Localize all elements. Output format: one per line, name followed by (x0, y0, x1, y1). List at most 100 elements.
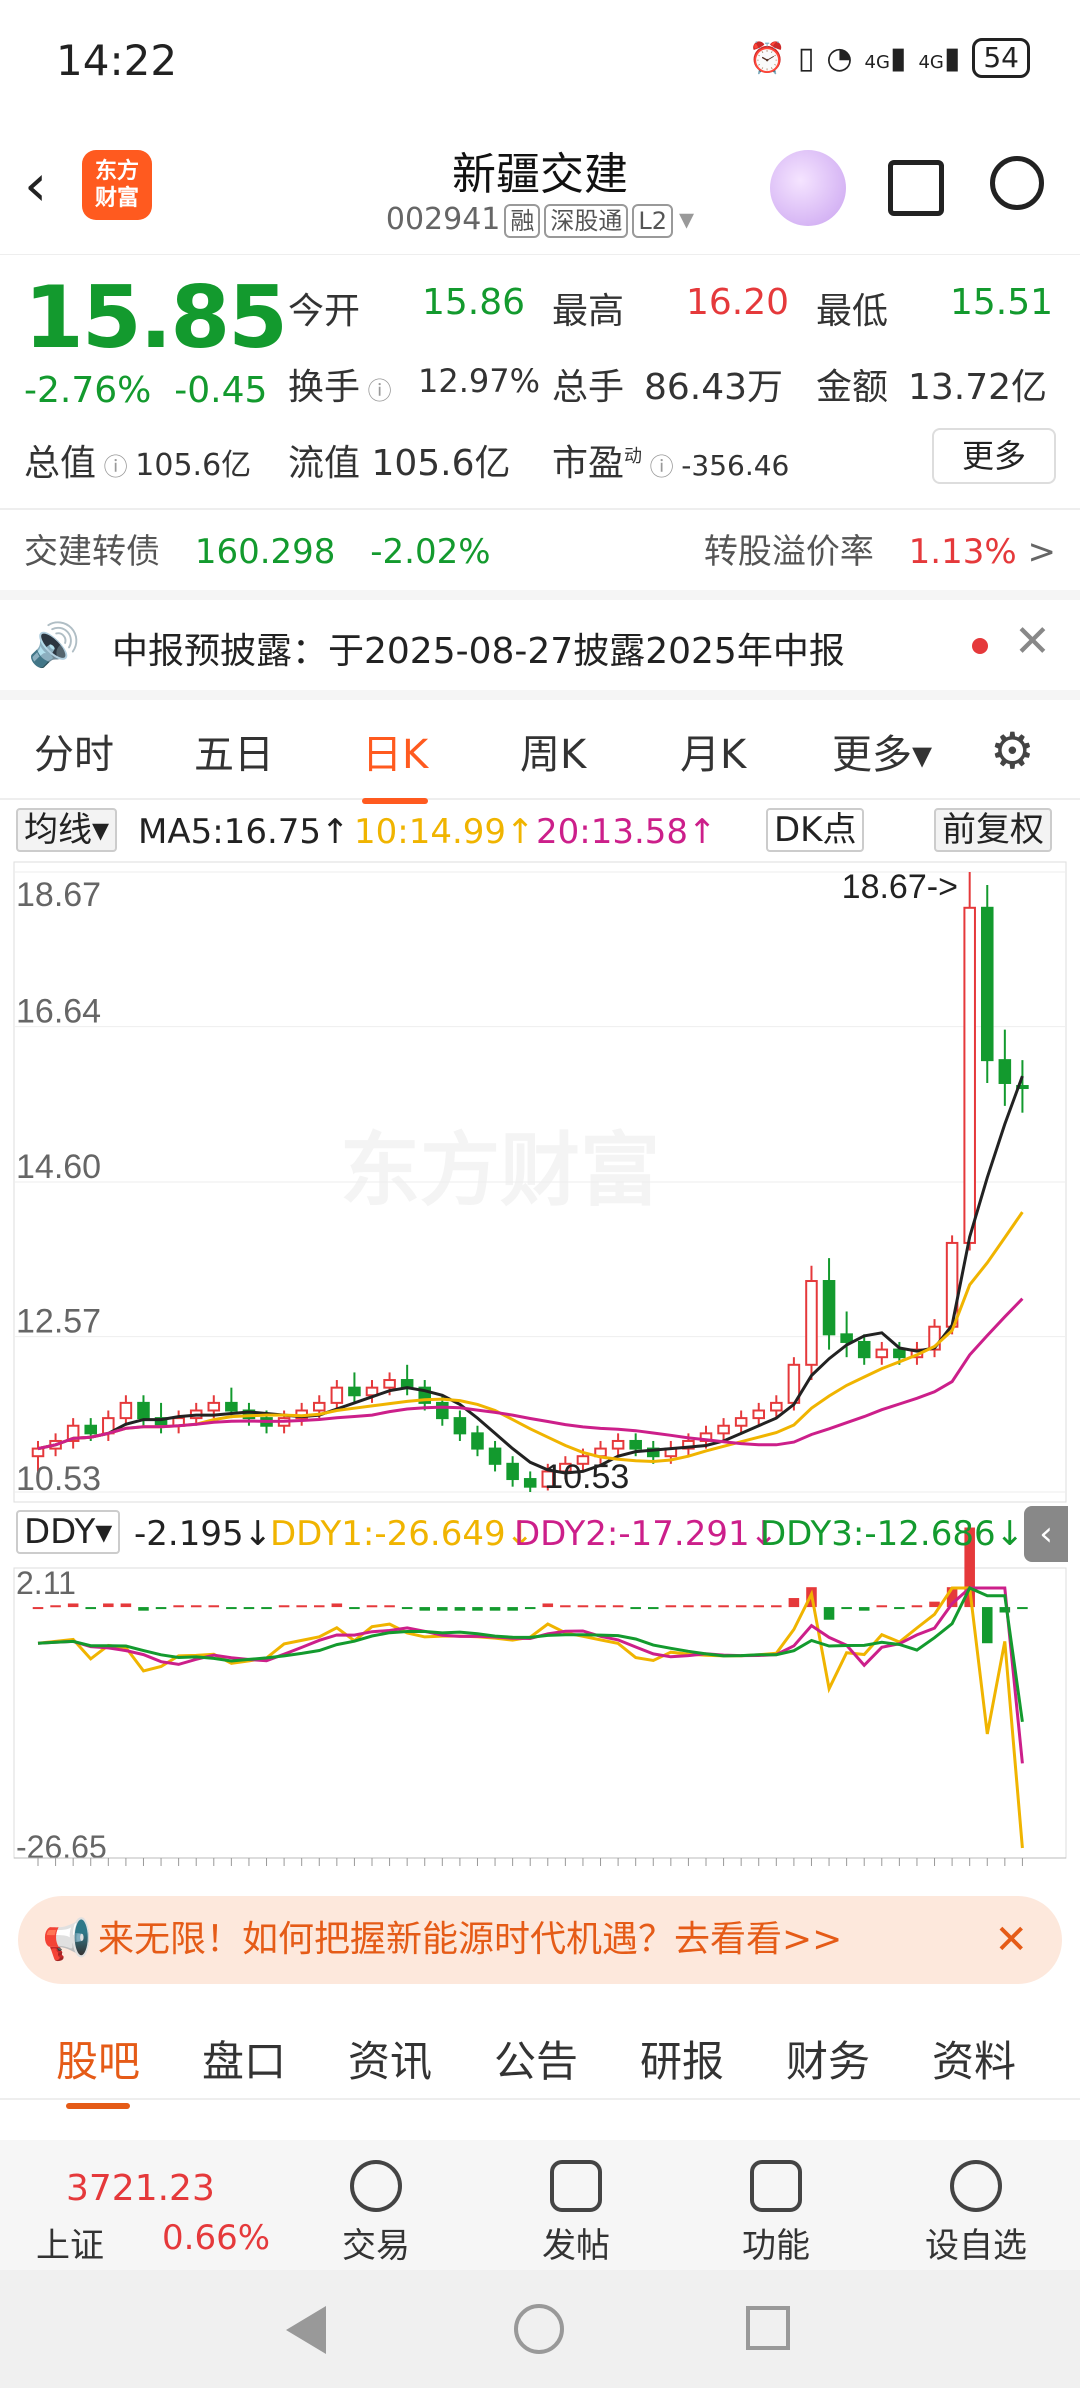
turnover-label: 换手 (288, 367, 361, 408)
ddy2-line (37, 1586, 1024, 1764)
notice-bar[interactable]: 🔊 中报预披露：于2025-08-27披露2025年中报 ✕ (0, 600, 1080, 690)
close-icon[interactable]: ✕ (1014, 616, 1051, 667)
y-tick-label: 12.57 (16, 1303, 101, 1341)
candle-up (875, 1348, 889, 1359)
watermark: 东方财富 (340, 1126, 660, 1215)
tab-announcements[interactable]: 公告 (494, 2028, 578, 2089)
premium-value: 1.13% (908, 532, 1017, 572)
candle-up (207, 1401, 221, 1412)
kline-chart[interactable]: 东方财富 18.67 16.64 14.60 12.57 10.53 18.67-> 10.… (0, 858, 1080, 1912)
y-tick-label: 18.67 (16, 876, 101, 914)
share-icon[interactable] (888, 160, 944, 216)
ma5-value: MA5:16.75↑ (138, 812, 350, 852)
high-value: 16.20 (686, 282, 790, 323)
ddy-bar (190, 1605, 202, 1608)
search-icon[interactable] (990, 156, 1044, 210)
ddy-selector[interactable]: DDY▾ (16, 1510, 121, 1554)
ddy-bar (489, 1607, 501, 1611)
ddy-bar (612, 1605, 624, 1608)
more-button[interactable]: 更多 (932, 428, 1056, 484)
add-watchlist-button[interactable]: 设自选 (906, 2160, 1046, 2267)
candle-up (752, 1409, 766, 1420)
ma10-value: 10:14.99↑ (354, 812, 535, 852)
ddy-bar (700, 1605, 712, 1608)
ddy-value: -2.195↓ (134, 1514, 273, 1554)
candle-down (506, 1462, 519, 1481)
candle-up (717, 1424, 730, 1435)
candle-down (488, 1447, 502, 1465)
pe-label: 市盈 (552, 443, 625, 484)
kline-svg[interactable]: 东方财富 18.67 16.64 14.60 12.57 10.53 18.67-> 10.… (0, 858, 1080, 1912)
clock: 14:22 (56, 36, 178, 85)
tab-news[interactable]: 资讯 (348, 2028, 432, 2089)
edit-icon (550, 2160, 602, 2212)
nav-back-icon[interactable] (286, 2306, 326, 2354)
ddy-bar (753, 1605, 765, 1608)
tab-five-day[interactable]: 五日 (194, 722, 274, 780)
tag-margin: 融 (504, 204, 541, 238)
post-button[interactable]: 发帖 (506, 2160, 646, 2267)
change-pct: -2.76% (24, 370, 152, 411)
chevron-down-icon: ▾ (679, 202, 695, 237)
candle-up (611, 1439, 625, 1450)
ddy-bar (155, 1607, 167, 1610)
trade-icon (350, 2160, 402, 2212)
system-nav-bar (0, 2270, 1080, 2388)
tab-profile[interactable]: 资料 (932, 2028, 1016, 2089)
nav-recents-icon[interactable] (746, 2306, 790, 2350)
tab-research[interactable]: 研报 (640, 2028, 724, 2089)
tab-more[interactable]: 更多▾ (832, 722, 932, 780)
ma20-line (37, 1297, 1024, 1451)
promo-text: 来无限！如何把握新能源时代机遇？去看看>> (98, 1919, 843, 1960)
bond-price: 160.298 (194, 532, 336, 572)
tab-orderbook[interactable]: 盘口 (202, 2028, 286, 2089)
chevron-left-icon[interactable]: ‹ (1024, 1506, 1068, 1562)
tab-weekly-k[interactable]: 周K (520, 722, 586, 780)
battery-icon: 54 (972, 38, 1030, 78)
gear-icon[interactable]: ⚙ (990, 722, 1035, 780)
assistant-icon[interactable] (770, 150, 846, 226)
ddy-bar (103, 1603, 114, 1608)
bond-change: -2.02% (370, 532, 491, 572)
candle-up (330, 1386, 344, 1404)
candle-down (471, 1432, 484, 1450)
ddy3-value: DDY3:-12.686↓ (760, 1514, 1025, 1554)
candle-down (998, 1059, 1012, 1084)
x-tick-label: 20250605 (242, 1874, 393, 1878)
ddy-bar (278, 1605, 290, 1608)
candle-up (770, 1401, 783, 1412)
turnover-value: 12.97% (418, 362, 541, 400)
min-price-label: 10.53 (544, 1458, 629, 1496)
wifi-icon: ◔ (826, 40, 853, 76)
bond-row[interactable]: 交建转债 160.298 -2.02% 转股溢价率 1.13% > (24, 524, 1056, 574)
tab-monthly-k[interactable]: 月K (680, 722, 746, 780)
tab-daily-k[interactable]: 日K (362, 722, 429, 804)
chart-tabs: 分时 五日 日K 周K 月K 更多▾ ⚙ (0, 700, 1080, 804)
info-tabs: 股吧 盘口 资讯 公告 研报 财务 资料 (0, 2010, 1080, 2109)
close-promo-icon[interactable]: ✕ (994, 1896, 1028, 1984)
candle-up (383, 1379, 396, 1389)
mktcap-label: 总值 (24, 443, 97, 484)
ddy-bar (261, 1607, 272, 1610)
tab-forum[interactable]: 股吧 (56, 2028, 140, 2109)
candle-down (225, 1401, 238, 1412)
status-icons: ⏰ ▯ ◔ 4G▮ 4G▮ 54 (748, 38, 1030, 78)
ma-selector[interactable]: 均线▾ (16, 808, 118, 852)
tab-finance[interactable]: 财务 (786, 2028, 870, 2089)
dk-point-button[interactable]: DK点 (766, 808, 865, 852)
trade-button[interactable]: 交易 (306, 2160, 446, 2267)
ddy-bar (647, 1607, 659, 1610)
ddy-bar (823, 1607, 835, 1620)
ddy-bar (858, 1607, 870, 1611)
x-tick-label: 20250430 (14, 1874, 165, 1878)
nav-home-icon[interactable] (514, 2304, 564, 2354)
promo-banner[interactable]: 📢 来无限！如何把握新能源时代机遇？去看看>> ✕ (18, 1896, 1062, 1984)
open-value: 15.86 (422, 282, 526, 323)
tab-intraday[interactable]: 分时 (34, 722, 114, 780)
candle-down (453, 1417, 467, 1435)
y-tick-label: 16.64 (16, 993, 101, 1031)
index-widget[interactable]: 3721.23 上证 0.66% (30, 2160, 280, 2266)
functions-button[interactable]: 功能 (706, 2160, 846, 2267)
adjust-button[interactable]: 前复权 (934, 808, 1052, 852)
ddy-bar (894, 1607, 905, 1610)
